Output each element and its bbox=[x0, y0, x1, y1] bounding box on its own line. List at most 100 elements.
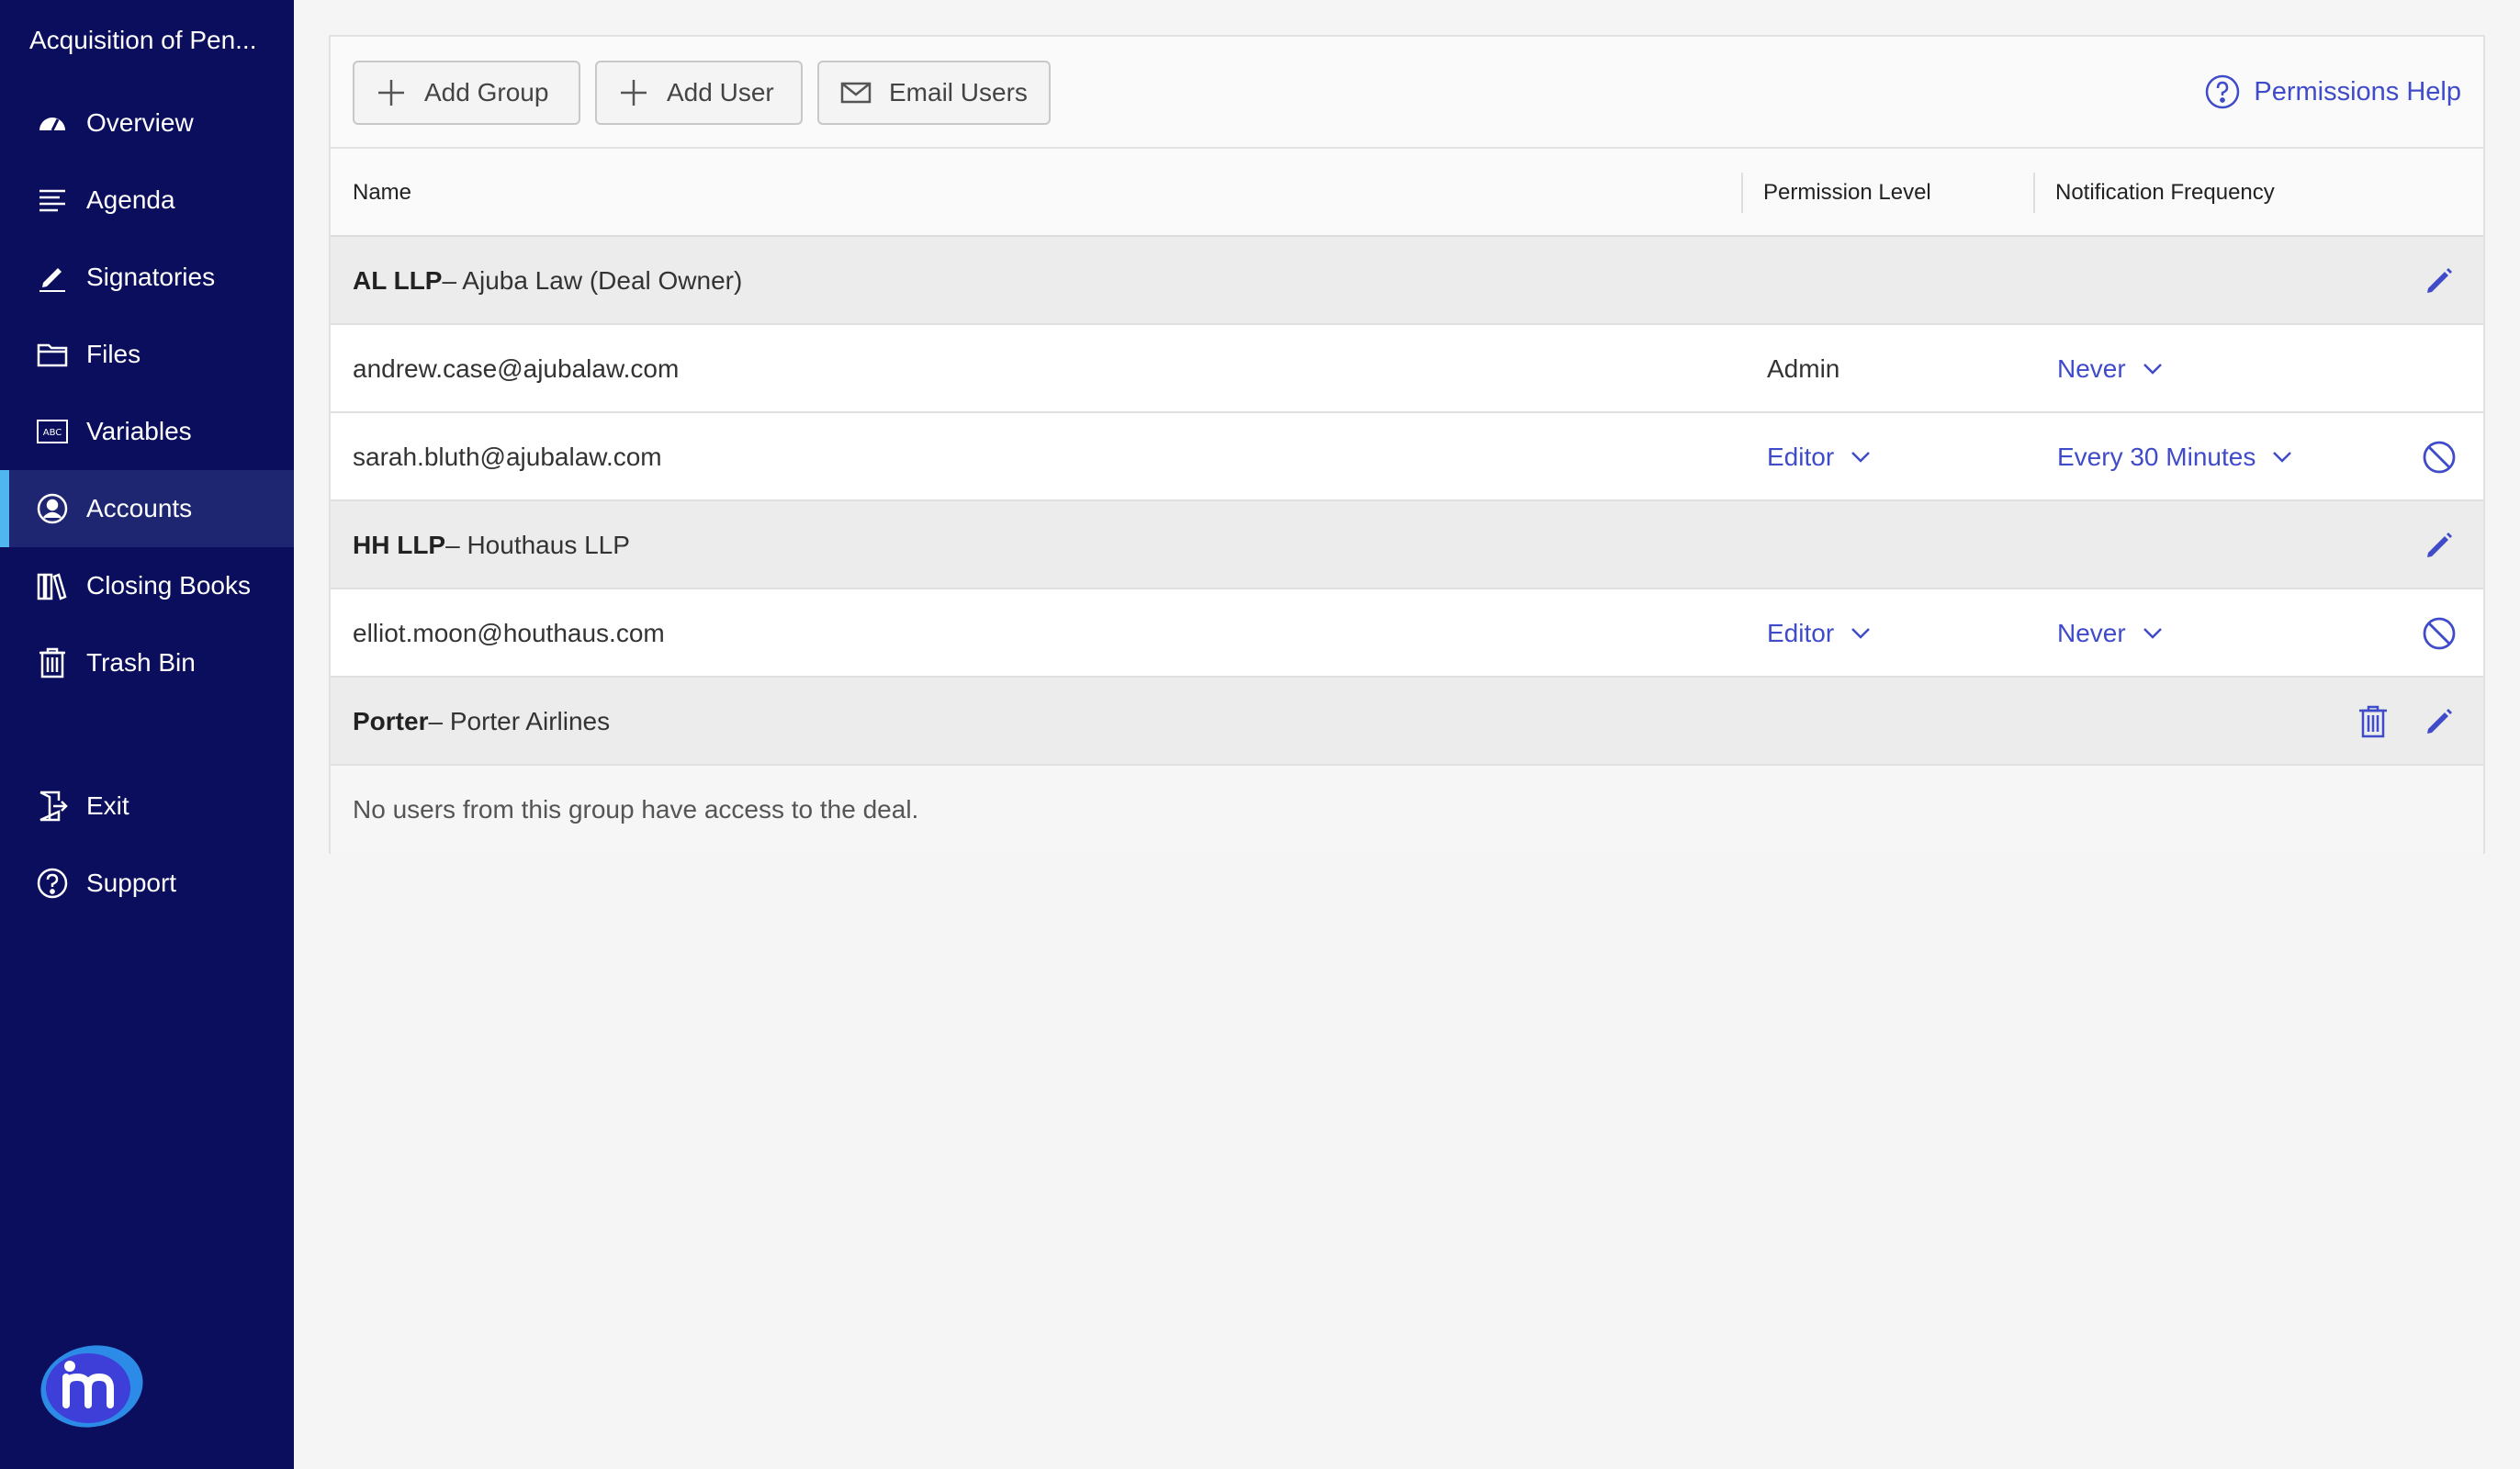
pen-icon bbox=[35, 260, 70, 295]
chevron-down-icon bbox=[2143, 628, 2162, 639]
exit-icon bbox=[35, 789, 70, 824]
sidebar: Acquisition of Pen... Overview Agenda Si… bbox=[0, 0, 294, 1469]
sidebar-item-label: Accounts bbox=[86, 494, 193, 522]
empty-group-message-row: No users from this group have access to … bbox=[331, 766, 2483, 854]
group-code: AL LLP bbox=[353, 266, 443, 295]
user-circle-icon bbox=[35, 491, 70, 526]
email-users-button[interactable]: Email Users bbox=[817, 61, 1051, 125]
add-user-label: Add User bbox=[667, 78, 774, 107]
sidebar-item-label: Agenda bbox=[86, 185, 175, 214]
notification-frequency-value: Every 30 Minutes bbox=[2057, 443, 2256, 471]
sidebar-item-label: Closing Books bbox=[86, 571, 251, 600]
delete-group-button[interactable] bbox=[2355, 703, 2391, 740]
notification-frequency-select[interactable]: Every 30 Minutes bbox=[2057, 413, 2294, 501]
block-icon bbox=[2423, 441, 2456, 474]
permission-level-value: Editor bbox=[1767, 619, 1835, 647]
notification-frequency-select[interactable]: Never bbox=[2057, 589, 2165, 678]
edit-group-button[interactable] bbox=[2421, 263, 2458, 299]
user-email: sarah.bluth@ajubalaw.com bbox=[353, 443, 662, 471]
group-code: HH LLP bbox=[353, 531, 446, 559]
pencil-icon bbox=[2427, 709, 2452, 734]
sidebar-item-overview[interactable]: Overview bbox=[0, 84, 294, 162]
help-circle-icon bbox=[35, 866, 70, 901]
user-row: andrew.case@ajubalaw.com Admin Never bbox=[331, 325, 2483, 413]
sidebar-item-variables[interactable]: ABC Variables bbox=[0, 393, 294, 470]
sidebar-item-files[interactable]: Files bbox=[0, 316, 294, 393]
add-user-button[interactable]: Add User bbox=[595, 61, 803, 125]
sidebar-item-label: Exit bbox=[86, 791, 129, 820]
user-email: elliot.moon@houthaus.com bbox=[353, 619, 665, 647]
group-name: HH LLP – Houthaus LLP bbox=[353, 501, 630, 589]
permissions-help-label: Permissions Help bbox=[2254, 76, 2461, 107]
envelope-icon bbox=[840, 82, 872, 104]
notification-frequency-value: Never bbox=[2057, 619, 2126, 647]
chevron-down-icon bbox=[1851, 628, 1871, 639]
sidebar-item-closing-books[interactable]: Closing Books bbox=[0, 547, 294, 624]
sidebar-item-label: Files bbox=[86, 340, 141, 368]
email-users-label: Email Users bbox=[889, 78, 1028, 107]
sidebar-item-label: Support bbox=[86, 869, 177, 897]
list-icon bbox=[35, 183, 70, 218]
sidebar-item-support[interactable]: Support bbox=[0, 845, 294, 922]
group-description: – Houthaus LLP bbox=[445, 531, 630, 559]
group-row: Porter – Porter Airlines bbox=[331, 678, 2483, 766]
toolbar: Add Group Add User Email Users Permissio… bbox=[331, 37, 2483, 149]
sidebar-item-signatories[interactable]: Signatories bbox=[0, 239, 294, 316]
sidebar-item-label: Trash Bin bbox=[86, 648, 196, 677]
add-group-label: Add Group bbox=[424, 78, 549, 107]
table-header: Name Permission Level Notification Frequ… bbox=[331, 149, 2483, 237]
revoke-access-button[interactable] bbox=[2421, 439, 2458, 476]
sidebar-item-accounts[interactable]: Accounts bbox=[0, 470, 294, 547]
sidebar-item-agenda[interactable]: Agenda bbox=[0, 162, 294, 239]
sidebar-item-label: Variables bbox=[86, 417, 192, 445]
group-row: HH LLP – Houthaus LLP bbox=[331, 501, 2483, 589]
group-name: AL LLP – Ajuba Law (Deal Owner) bbox=[353, 237, 742, 325]
plus-icon bbox=[378, 80, 404, 106]
notification-frequency-select[interactable]: Never bbox=[2057, 325, 2165, 413]
add-group-button[interactable]: Add Group bbox=[353, 61, 580, 125]
svg-text:ABC: ABC bbox=[43, 428, 62, 438]
column-separator bbox=[1741, 173, 1743, 213]
user-row: elliot.moon@houthaus.com Editor Never bbox=[331, 589, 2483, 678]
abc-icon: ABC bbox=[35, 414, 70, 449]
chevron-down-icon bbox=[2143, 364, 2162, 375]
group-description: – Ajuba Law (Deal Owner) bbox=[442, 266, 743, 295]
gauge-icon bbox=[35, 106, 70, 140]
plus-icon bbox=[621, 80, 647, 106]
group-row: AL LLP – Ajuba Law (Deal Owner) bbox=[331, 237, 2483, 325]
chevron-down-icon bbox=[1851, 452, 1871, 463]
sidebar-item-label: Signatories bbox=[86, 263, 216, 291]
column-header-notification-frequency[interactable]: Notification Frequency bbox=[2055, 149, 2275, 237]
permissions-help-link[interactable]: Permissions Help bbox=[2204, 72, 2461, 112]
edit-group-button[interactable] bbox=[2421, 703, 2458, 740]
revoke-access-button[interactable] bbox=[2421, 615, 2458, 652]
pencil-icon bbox=[2427, 268, 2452, 293]
group-description: – Porter Airlines bbox=[428, 707, 611, 735]
trash-icon bbox=[2359, 705, 2387, 738]
permission-level-select[interactable]: Editor bbox=[1767, 589, 1873, 678]
books-icon bbox=[35, 568, 70, 603]
user-email: andrew.case@ajubalaw.com bbox=[353, 354, 680, 383]
help-circle-icon bbox=[2206, 74, 2240, 109]
brand-logo bbox=[37, 1340, 147, 1432]
edit-group-button[interactable] bbox=[2421, 527, 2458, 564]
chevron-down-icon bbox=[2273, 452, 2292, 463]
accounts-panel: Add Group Add User Email Users Permissio… bbox=[329, 35, 2485, 854]
deal-title[interactable]: Acquisition of Pen... bbox=[29, 26, 277, 55]
group-name: Porter – Porter Airlines bbox=[353, 678, 610, 766]
folder-icon bbox=[35, 337, 70, 372]
notification-frequency-value: Never bbox=[2057, 354, 2126, 383]
sidebar-item-exit[interactable]: Exit bbox=[0, 768, 294, 845]
permission-level-value: Admin bbox=[1767, 354, 1840, 383]
sidebar-item-trash-bin[interactable]: Trash Bin bbox=[0, 624, 294, 701]
pencil-icon bbox=[2427, 533, 2452, 557]
column-header-name[interactable]: Name bbox=[353, 149, 411, 237]
empty-group-message: No users from this group have access to … bbox=[353, 795, 919, 824]
permission-level-select[interactable]: Editor bbox=[1767, 413, 1873, 501]
group-code: Porter bbox=[353, 707, 429, 735]
trash-icon bbox=[35, 645, 70, 680]
user-row: sarah.bluth@ajubalaw.com Editor Every 30… bbox=[331, 413, 2483, 501]
block-icon bbox=[2423, 617, 2456, 650]
permission-level-value: Editor bbox=[1767, 443, 1835, 471]
column-header-permission-level[interactable]: Permission Level bbox=[1763, 149, 1931, 237]
